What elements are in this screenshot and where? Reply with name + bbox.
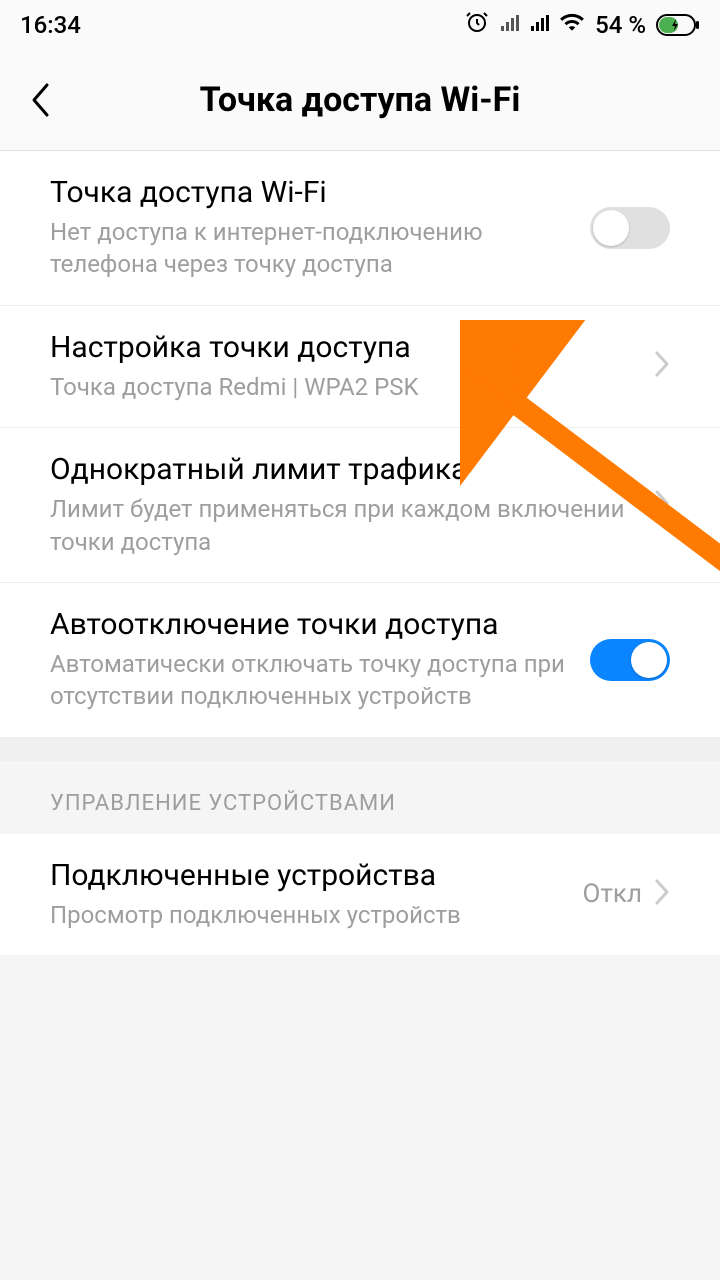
status-right: 54 %	[465, 9, 700, 41]
back-button[interactable]	[20, 80, 60, 120]
alarm-icon	[465, 10, 489, 40]
auto-disable-title: Автоотключение точки доступа	[50, 607, 590, 642]
page-title: Точка доступа Wi-Fi	[60, 80, 660, 120]
row-connected-devices[interactable]: Подключенные устройства Просмотр подключ…	[0, 834, 720, 955]
row-auto-disable[interactable]: Автоотключение точки доступа Автоматичес…	[0, 583, 720, 737]
connected-devices-title: Подключенные устройства	[50, 858, 583, 893]
chevron-right-icon	[654, 489, 670, 521]
status-time: 16:34	[20, 11, 81, 39]
traffic-limit-subtitle: Лимит будет применяться при каждом включ…	[50, 493, 654, 558]
battery-charging-icon	[656, 14, 700, 36]
page-header: Точка доступа Wi-Fi	[0, 50, 720, 150]
chevron-right-icon	[654, 878, 670, 910]
auto-disable-subtitle: Автоматически отключать точку доступа пр…	[50, 648, 590, 713]
signal-icon-1	[499, 11, 519, 39]
hotspot-subtitle: Нет доступа к интернет-подключению телеф…	[50, 216, 590, 281]
hotspot-setup-title: Настройка точки доступа	[50, 330, 654, 365]
row-traffic-limit[interactable]: Однократный лимит трафика Лимит будет пр…	[0, 428, 720, 583]
section-header-devices-text: УПРАВЛЕНИЕ УСТРОЙСТВАМИ	[50, 791, 670, 816]
row-hotspot-toggle[interactable]: Точка доступа Wi-Fi Нет доступа к интерн…	[0, 151, 720, 306]
wifi-icon	[559, 9, 585, 41]
row-hotspot-setup[interactable]: Настройка точки доступа Точка доступа Re…	[0, 306, 720, 428]
auto-disable-toggle[interactable]	[590, 639, 670, 681]
section-header-devices: УПРАВЛЕНИЕ УСТРОЙСТВАМИ	[0, 761, 720, 834]
hotspot-toggle[interactable]	[590, 207, 670, 249]
devices-section: Подключенные устройства Просмотр подключ…	[0, 834, 720, 955]
connected-devices-subtitle: Просмотр подключенных устройств	[50, 899, 583, 931]
signal-icon-2	[529, 11, 549, 39]
battery-percent: 54 %	[595, 11, 646, 39]
connected-devices-value: Откл	[583, 879, 642, 909]
hotspot-title: Точка доступа Wi-Fi	[50, 175, 590, 210]
traffic-limit-title: Однократный лимит трафика	[50, 452, 654, 487]
section-gap	[0, 737, 720, 761]
hotspot-setup-subtitle: Точка доступа Redmi | WPA2 PSK	[50, 371, 654, 403]
chevron-right-icon	[654, 350, 670, 382]
status-bar: 16:34 54 %	[0, 0, 720, 50]
settings-section: Точка доступа Wi-Fi Нет доступа к интерн…	[0, 151, 720, 737]
